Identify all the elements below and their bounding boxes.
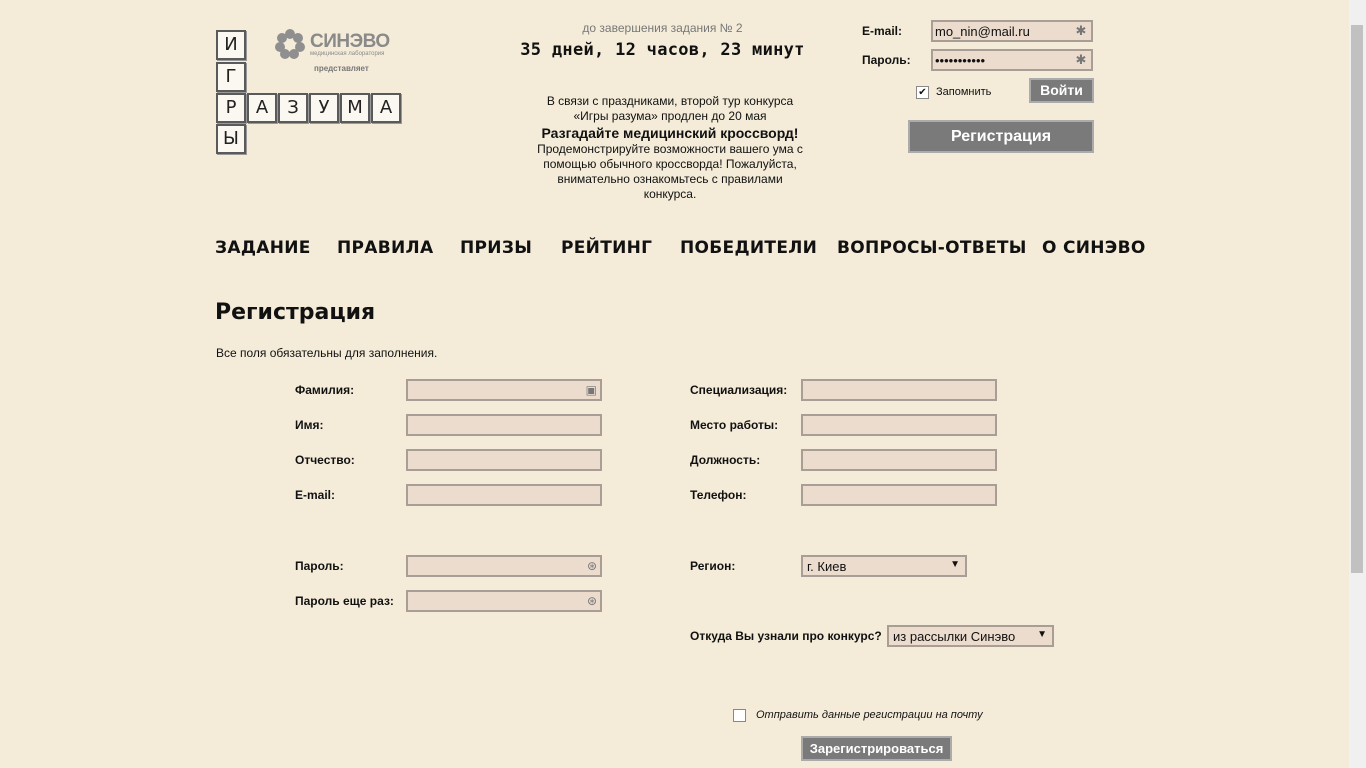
- send-copy-checkbox[interactable]: [733, 709, 746, 722]
- password-input[interactable]: ⊛: [406, 555, 602, 577]
- field-label: E-mail:: [295, 488, 336, 502]
- patronymic-input[interactable]: [406, 449, 602, 471]
- nav-item-about[interactable]: О СИНЭВО: [1042, 238, 1146, 258]
- news-block: В связи с праздниками, второй тур конкур…: [530, 94, 810, 202]
- sponsor-presents: представляет: [314, 64, 369, 73]
- register-header-button[interactable]: Регистрация: [908, 120, 1094, 153]
- phone-input[interactable]: [801, 484, 997, 506]
- autofill-icon[interactable]: ✱: [1074, 53, 1088, 67]
- login-email-field[interactable]: mo_nin@mail.ru ✱: [931, 20, 1093, 42]
- remember-checkbox[interactable]: ✔: [916, 86, 929, 99]
- field-label: Специализация:: [690, 383, 788, 397]
- logo-tile: У: [309, 93, 339, 123]
- login-email-value: mo_nin@mail.ru: [935, 24, 1030, 39]
- field-label: Фамилия:: [295, 383, 355, 397]
- nav-item-rules[interactable]: ПРАВИЛА: [337, 238, 433, 258]
- scrollbar-thumb[interactable]: [1351, 25, 1363, 573]
- submit-registration-button[interactable]: Зарегистрироваться: [801, 736, 952, 761]
- sponsor-logo[interactable]: СИНЭВО медицинская лаборатория представл…: [274, 28, 390, 78]
- countdown-caption: до завершения задания № 2: [582, 21, 743, 35]
- workplace-input[interactable]: [801, 414, 997, 436]
- password-label: Пароль:: [295, 559, 344, 573]
- flower-icon: [275, 29, 305, 59]
- logo-tile: И: [216, 30, 246, 60]
- region-label: Регион:: [690, 559, 736, 573]
- countdown-value: 35 дней, 12 часов, 23 минут: [520, 40, 805, 60]
- login-password-value: •••••••••••: [935, 53, 986, 68]
- chevron-down-icon: ▼: [1037, 629, 1047, 640]
- news-body: Продемонстрируйте возможности вашего ума…: [537, 142, 803, 201]
- source-value: из рассылки Синэво: [893, 629, 1016, 644]
- email-input[interactable]: [406, 484, 602, 506]
- logo-tile: Р: [216, 93, 246, 123]
- key-icon[interactable]: ⊛: [587, 594, 597, 608]
- firstname-input[interactable]: [406, 414, 602, 436]
- login-email-label: E-mail:: [862, 24, 903, 38]
- nav-item-prizes[interactable]: ПРИЗЫ: [460, 238, 532, 258]
- scrollbar[interactable]: [1349, 0, 1366, 768]
- key-icon[interactable]: ⊛: [587, 559, 597, 573]
- send-copy-label: Отправить данные регистрации на почту: [756, 709, 983, 721]
- specialization-input[interactable]: [801, 379, 997, 401]
- sponsor-name: СИНЭВО: [310, 31, 390, 52]
- news-line: В связи с праздниками, второй тур конкур…: [546, 94, 794, 123]
- login-password-field[interactable]: ••••••••••• ✱: [931, 49, 1093, 71]
- lastname-input[interactable]: ▣: [406, 379, 602, 401]
- news-headline[interactable]: Разгадайте медицинский кроссворд!: [530, 124, 810, 142]
- source-label: Откуда Вы узнали про конкурс?: [690, 629, 882, 643]
- password-repeat-input[interactable]: ⊛: [406, 590, 602, 612]
- logo-tile: М: [340, 93, 370, 123]
- login-password-label: Пароль:: [862, 53, 911, 67]
- chevron-down-icon: ▼: [950, 559, 960, 570]
- autofill-icon[interactable]: ✱: [1074, 24, 1088, 38]
- page-title: Регистрация: [215, 300, 376, 325]
- nav-item-rating[interactable]: РЕЙТИНГ: [561, 238, 652, 258]
- field-label: Телефон:: [690, 488, 747, 502]
- field-label: Имя:: [295, 418, 324, 432]
- logo-tile: А: [371, 93, 401, 123]
- source-select[interactable]: из рассылки Синэво ▼: [887, 625, 1054, 647]
- nav-item-task[interactable]: ЗАДАНИЕ: [215, 238, 311, 258]
- position-input[interactable]: [801, 449, 997, 471]
- region-select[interactable]: г. Киев ▼: [801, 555, 967, 577]
- region-value: г. Киев: [807, 559, 847, 574]
- password-repeat-label: Пароль еще раз:: [295, 594, 394, 608]
- logo-tile: Ы: [216, 124, 246, 154]
- sponsor-subtitle: медицинская лаборатория: [310, 51, 385, 57]
- field-label: Должность:: [690, 453, 761, 467]
- login-button[interactable]: Войти: [1029, 78, 1094, 103]
- contact-card-icon[interactable]: ▣: [586, 383, 597, 397]
- field-label: Место работы:: [690, 418, 779, 432]
- logo-tile: З: [278, 93, 308, 123]
- nav-item-faq[interactable]: ВОПРОСЫ-ОТВЕТЫ: [837, 238, 1027, 258]
- remember-label: Запомнить: [936, 86, 992, 98]
- logo-tile: А: [247, 93, 277, 123]
- nav-item-winners[interactable]: ПОБЕДИТЕЛИ: [680, 238, 817, 258]
- field-label: Отчество:: [295, 453, 355, 467]
- logo-tile: Г: [216, 62, 246, 92]
- required-note: Все поля обязательны для заполнения.: [216, 346, 438, 360]
